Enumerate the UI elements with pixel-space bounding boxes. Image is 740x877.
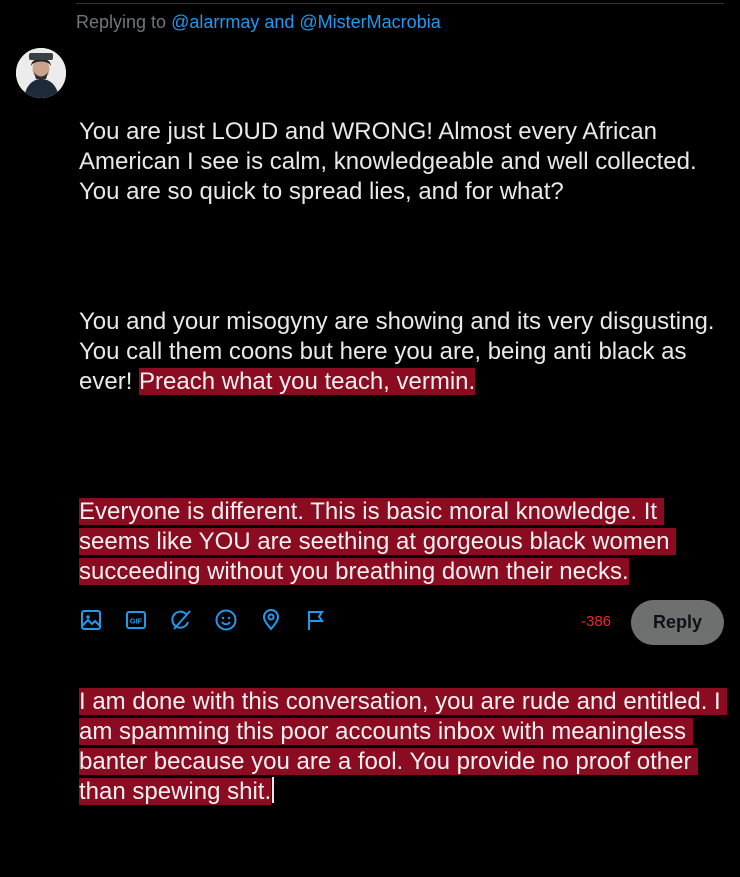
avatar[interactable]	[16, 48, 66, 98]
media-button[interactable]	[79, 608, 103, 632]
top-divider	[76, 3, 724, 4]
paragraph-1: You are just LOUD and WRONG! Almost ever…	[79, 118, 703, 205]
replying-to: Replying to @alarrmay and @MisterMacrobi…	[76, 12, 441, 33]
emoji-button[interactable]	[214, 608, 238, 632]
character-counter: -386	[581, 613, 612, 630]
location-icon	[262, 609, 280, 631]
gif-button[interactable]: GIF	[124, 608, 148, 632]
over-limit-text: Everyone is different. This is basic mor…	[79, 498, 677, 585]
schedule-button[interactable]	[304, 608, 328, 632]
replying-to-prefix: Replying to	[76, 12, 172, 32]
composer-toolbar: GIF	[79, 608, 349, 632]
paragraph-2: You and your misogyny are showing and it…	[79, 307, 724, 397]
tweet-composer[interactable]: You are just LOUD and WRONG! Almost ever…	[79, 57, 728, 877]
media-icon	[81, 610, 101, 630]
flag-icon	[308, 611, 324, 630]
paragraph-3: Everyone is different. This is basic mor…	[79, 497, 724, 587]
over-limit-text: I am done with this conversation, you ar…	[79, 688, 728, 805]
mention-link-2[interactable]: @MisterMacrobia	[299, 12, 440, 32]
paragraph-4: I am done with this conversation, you ar…	[79, 687, 728, 807]
avatar-image	[16, 48, 66, 98]
gif-icon: GIF	[126, 611, 146, 629]
mention-joiner[interactable]: and	[259, 12, 299, 32]
text-cursor	[272, 777, 274, 803]
reply-button[interactable]: Reply	[631, 600, 724, 645]
grok-icon	[171, 610, 191, 630]
emoji-icon	[215, 609, 237, 631]
location-button[interactable]	[259, 608, 283, 632]
over-limit-text: Preach what you teach, vermin.	[139, 368, 476, 395]
mention-link-1[interactable]: @alarrmay	[171, 12, 259, 32]
gif-icon-label: GIF	[130, 617, 143, 626]
grok-button[interactable]	[169, 608, 193, 632]
